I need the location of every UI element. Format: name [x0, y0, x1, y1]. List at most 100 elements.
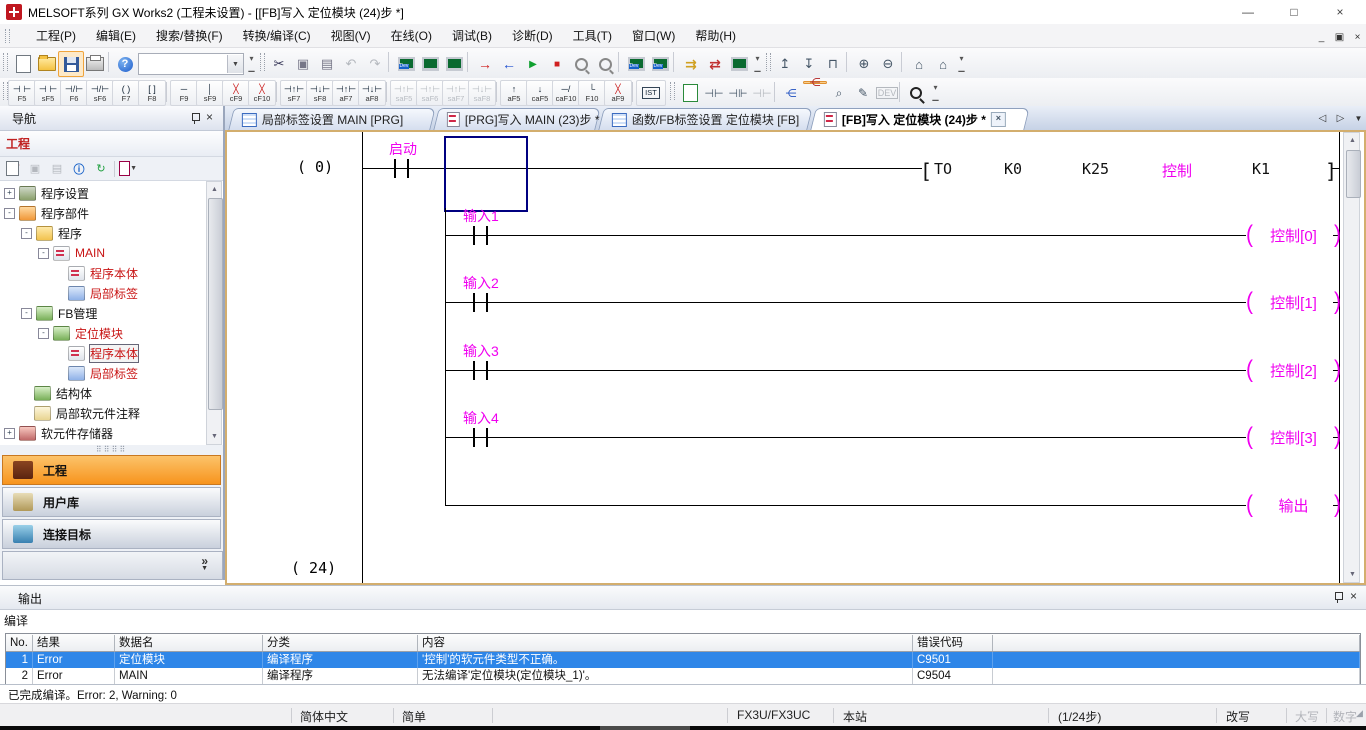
toolbar-grip[interactable]: [766, 53, 771, 71]
toolbar-overflow[interactable]: ▾▁: [246, 54, 257, 72]
falling-pulse-button[interactable]: ⊣↓⊢sF8: [306, 80, 334, 106]
delete-line-button[interactable]: ╳aF9: [604, 80, 632, 106]
scroll-up-icon[interactable]: ▲: [1345, 133, 1360, 148]
nav-panel-more-bar[interactable]: » ▼: [2, 551, 223, 580]
skip-execution-button[interactable]: ⊓: [820, 51, 846, 77]
read-from-plc-button[interactable]: ←: [496, 51, 522, 77]
output-coil[interactable]: (控制[0]): [1246, 223, 1341, 247]
tree-item-main[interactable]: -MAIN: [38, 243, 105, 263]
table-row[interactable]: 1 Error 定位模块 编译程序 '控制'的软元件类型不正确。 C9501: [6, 652, 1360, 668]
help-button[interactable]: ?: [112, 51, 138, 77]
maximize-button[interactable]: □: [1271, 0, 1317, 24]
tree-item-pou[interactable]: -程序部件: [4, 203, 89, 223]
output-coil[interactable]: (控制[2]): [1246, 358, 1341, 382]
edit-ladder-button[interactable]: [678, 81, 702, 105]
tree-item-structure[interactable]: 结构体: [21, 383, 92, 403]
system-monitor-button[interactable]: [726, 51, 752, 77]
tree-item-fb-program-body[interactable]: 程序本体: [55, 343, 138, 363]
menu-find-replace[interactable]: 搜索/替换(F): [146, 24, 233, 47]
redo-button[interactable]: ↷: [362, 51, 388, 77]
col-content[interactable]: 内容: [418, 635, 913, 651]
cut-button[interactable]: ✂: [266, 51, 292, 77]
nav-button-user-library[interactable]: 用户库: [2, 487, 221, 517]
minimize-button[interactable]: —: [1225, 0, 1271, 24]
tab-fb-positioning-module[interactable]: [FB]写入 定位模块 (24)步 *×: [810, 108, 1029, 130]
col-error-code[interactable]: 错误代码: [913, 635, 993, 651]
delete-vertical-line-button[interactable]: ╳cF10: [248, 80, 276, 106]
tab-fb-label-settings[interactable]: 函数/FB标签设置 定位模块 [FB]: [598, 108, 812, 130]
write-mode-button[interactable]: ⊣⊩: [726, 81, 750, 105]
toolbar-overflow[interactable]: ▾▁: [930, 83, 941, 101]
convert-pulse-button[interactable]: ↓caF5: [526, 80, 554, 106]
device-register-monitor-button[interactable]: [647, 51, 673, 77]
mdi-restore-button[interactable]: ▣: [1330, 28, 1349, 46]
open-contact[interactable]: [473, 293, 488, 312]
output-coil[interactable]: (输出): [1246, 493, 1341, 517]
resize-grip[interactable]: ◢: [1356, 708, 1363, 719]
function-block-combo[interactable]: ▼: [138, 53, 244, 75]
menu-grip[interactable]: [5, 29, 10, 43]
open-contact[interactable]: [473, 226, 488, 245]
tree-scrollbar[interactable]: ▲ ▼: [206, 181, 222, 445]
monitor-mode-button[interactable]: ⊣⊢: [750, 81, 774, 105]
scroll-down-icon[interactable]: ▼: [1345, 567, 1360, 582]
copy-icon[interactable]: ▣: [26, 160, 44, 178]
panel-splitter[interactable]: ⠿⠿⠿⠿: [0, 445, 223, 453]
delete-horizontal-line-button[interactable]: ╳cF9: [222, 80, 250, 106]
col-category[interactable]: 分类: [263, 635, 418, 651]
save-project-button[interactable]: [58, 51, 84, 77]
zoom-button[interactable]: [904, 81, 928, 105]
monitor-write-button[interactable]: [568, 51, 594, 77]
tree-item-program-settings[interactable]: +程序设置: [4, 183, 89, 203]
tree-item-local-device-comment[interactable]: 局部软元件注释: [21, 403, 140, 423]
mdi-minimize-button[interactable]: _: [1312, 28, 1331, 46]
open-contact[interactable]: [473, 428, 488, 447]
horizontal-line-button[interactable]: ─F9: [170, 80, 198, 106]
buffer-monitor-button[interactable]: [441, 51, 467, 77]
delete-line-mode-button[interactable]: ─/caF10: [552, 80, 580, 106]
invert-result-button[interactable]: ↑aF5: [500, 80, 528, 106]
output-coil[interactable]: (控制[1]): [1246, 290, 1341, 314]
pin-icon[interactable]: [1333, 591, 1343, 603]
scroll-thumb[interactable]: [1346, 150, 1361, 198]
vertical-line-button[interactable]: │sF9: [196, 80, 224, 106]
col-no[interactable]: No.: [6, 635, 33, 651]
close-button[interactable]: ×: [1317, 0, 1363, 24]
pulse-negate-button-3[interactable]: ⊣↑⊢saF7: [442, 80, 470, 106]
copy-button[interactable]: ▣: [290, 51, 316, 77]
read-mode-button[interactable]: ⊣⊢: [702, 81, 726, 105]
ladder-editor[interactable]: ( 0) ( 24) 启动 [ TO K0 K25 控制 K1 ] 输入1 (控…: [225, 130, 1366, 585]
break-setting-button[interactable]: ⊕: [851, 51, 877, 77]
fx-tool-button-2[interactable]: ⌂: [930, 51, 956, 77]
application-instruction-button[interactable]: [ ]F8: [138, 80, 166, 106]
start-monitor-button[interactable]: ▶: [520, 51, 546, 77]
statement-tree-button[interactable]: ⋲: [779, 81, 803, 105]
refresh-icon[interactable]: ↻: [92, 160, 110, 178]
edit-cursor-cell[interactable]: [444, 136, 528, 212]
tree-item-main-program-body[interactable]: 程序本体: [55, 263, 138, 283]
scroll-down-icon[interactable]: ▼: [207, 429, 222, 444]
tab-scroll-right-icon[interactable]: ▷: [1333, 111, 1348, 126]
menu-diagnostics[interactable]: 诊断(D): [502, 24, 563, 47]
write-to-plc-button[interactable]: →: [472, 51, 498, 77]
draw-line-button[interactable]: └F10: [578, 80, 606, 106]
tree-item-main-local-label[interactable]: 局部标签: [55, 283, 138, 303]
col-result[interactable]: 结果: [33, 635, 115, 651]
open-contact[interactable]: [394, 159, 409, 178]
combo-input[interactable]: [139, 55, 227, 73]
more-icon[interactable]: ▼: [201, 565, 208, 572]
tab-prg-main[interactable]: [PRG]写入 MAIN (23)步 *: [433, 108, 600, 130]
data-info-icon[interactable]: ⓘ: [70, 160, 88, 178]
scroll-thumb[interactable]: [208, 198, 223, 410]
close-icon[interactable]: ×: [1350, 589, 1357, 603]
edit-statement-button[interactable]: ✎: [851, 81, 875, 105]
pulse-negate-button-1[interactable]: ⊣↑⊢saF5: [390, 80, 418, 106]
tab-close-icon[interactable]: ×: [991, 112, 1006, 127]
menu-help[interactable]: 帮助(H): [685, 24, 746, 47]
toolbar-grip[interactable]: [670, 82, 675, 100]
open-contact[interactable]: [473, 361, 488, 380]
menu-view[interactable]: 视图(V): [321, 24, 381, 47]
toolbar-overflow[interactable]: ▾▁: [752, 54, 763, 72]
col-data-name[interactable]: 数据名: [115, 635, 263, 651]
table-row[interactable]: 2 Error MAIN 编译程序 无法编译'定位模块(定位模块_1)'。 C9…: [6, 668, 1360, 684]
